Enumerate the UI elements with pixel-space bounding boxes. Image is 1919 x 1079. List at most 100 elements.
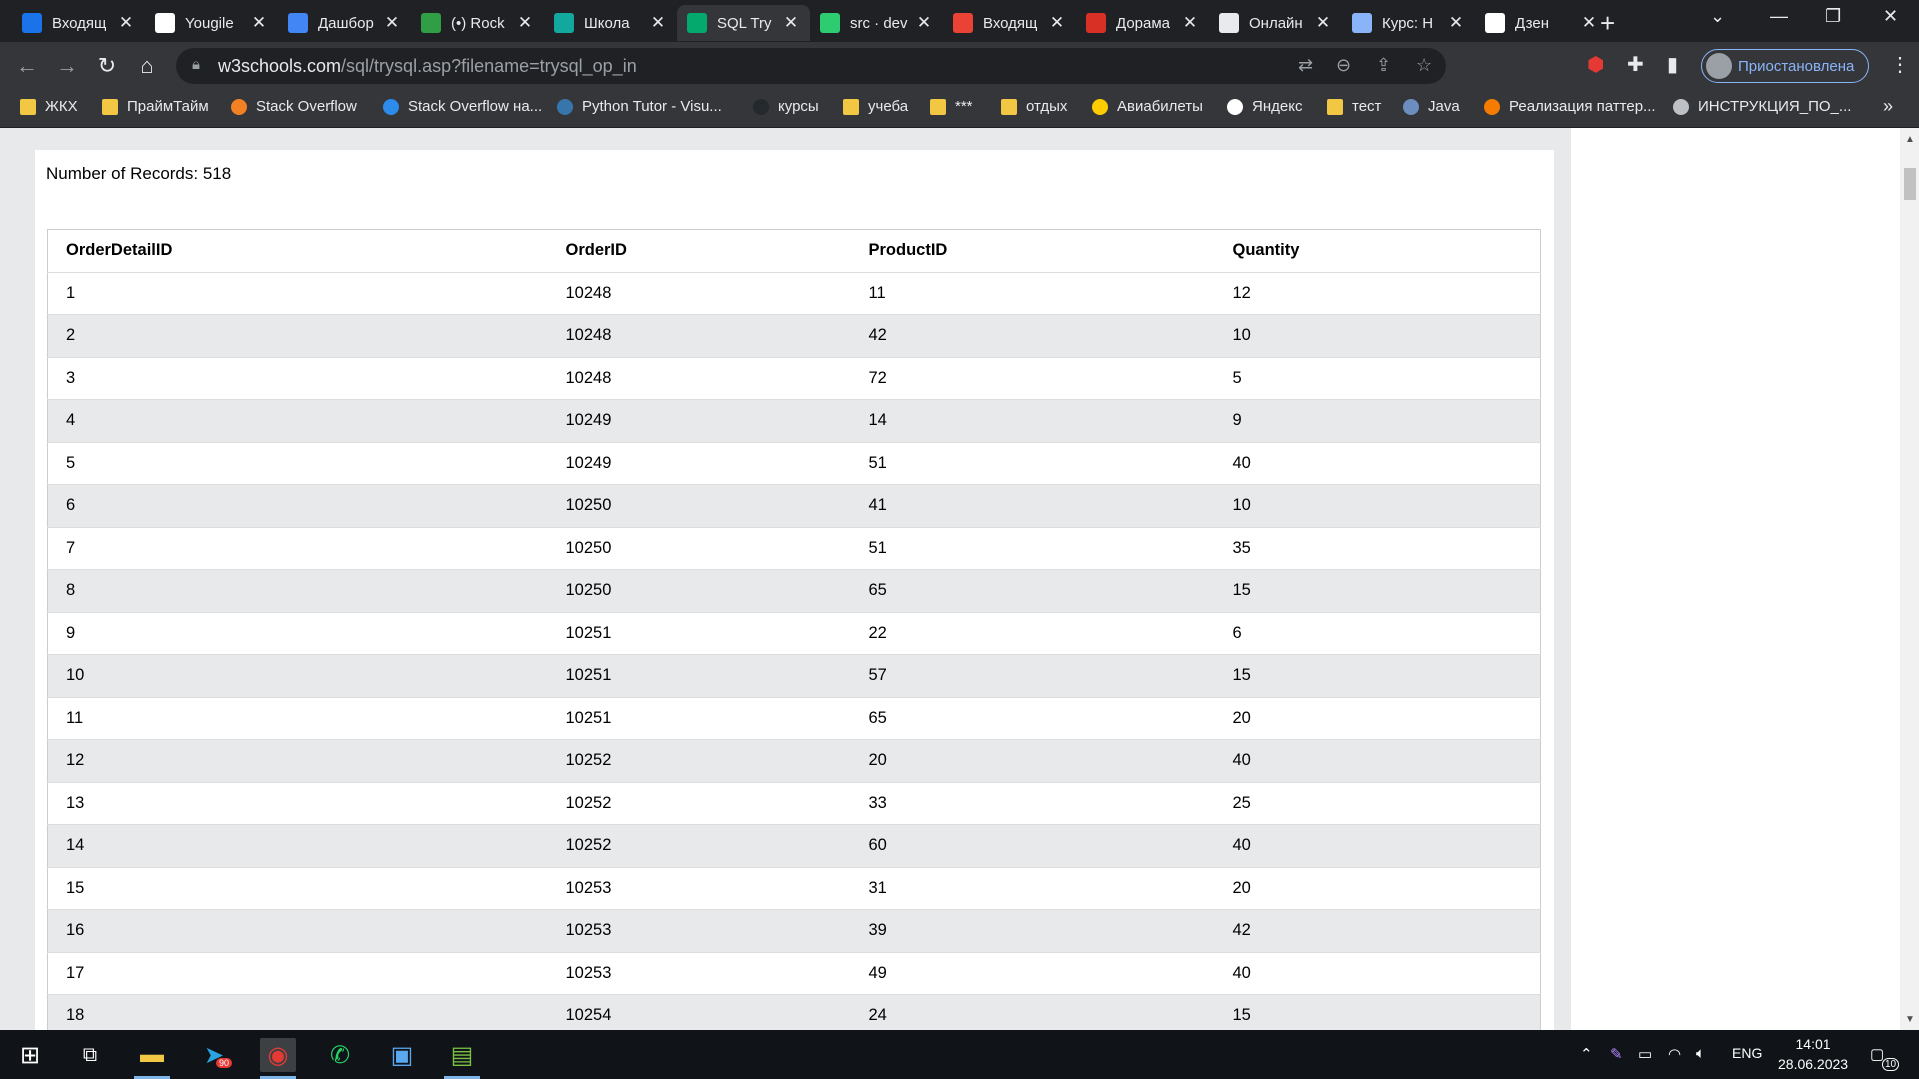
cell-product-id: 72 [850, 357, 1215, 400]
bookmark-item[interactable]: Stack Overflow [231, 98, 357, 115]
tab-close-icon[interactable]: ✕ [250, 13, 268, 33]
tab-close-icon[interactable]: ✕ [516, 13, 534, 33]
forward-icon[interactable]: → [52, 51, 82, 81]
tab-9[interactable]: Онлайн ✕ [1209, 5, 1342, 41]
system-clock[interactable]: 14:01 28.06.2023 [1778, 1034, 1848, 1074]
bookmark-item[interactable]: ИНСТРУКЦИЯ_ПО_... [1673, 98, 1851, 115]
bookmark-item[interactable]: ПраймТайм [102, 98, 209, 115]
language-indicator[interactable]: ENG [1732, 1045, 1762, 1061]
bookmark-item[interactable]: учеба [843, 98, 908, 115]
bookmark-item[interactable]: тест [1327, 98, 1381, 115]
cell-quantity: 10 [1214, 484, 1541, 528]
bookmark-star-icon[interactable]: ☆ [1416, 55, 1432, 76]
bookmark-item[interactable]: *** [930, 98, 973, 115]
side-panel-icon[interactable]: ▮ [1667, 52, 1678, 77]
whatsapp-icon[interactable]: ✆ [322, 1038, 358, 1072]
cell-order-detail-id: 1 [47, 272, 548, 315]
tab-4[interactable]: Школа ✕ [544, 5, 677, 41]
tab-close-icon[interactable]: ✕ [1181, 13, 1199, 33]
tab-7[interactable]: Входящ ✕ [943, 5, 1076, 41]
bookmark-item[interactable]: курсы [753, 98, 819, 115]
cell-quantity: 15 [1214, 994, 1541, 1030]
tab-0[interactable]: Входящ ✕ [12, 5, 145, 41]
table-row: 17 10253 49 40 [47, 952, 1541, 995]
back-icon[interactable]: ← [12, 51, 42, 81]
close-window-icon[interactable]: ✕ [1883, 6, 1898, 27]
windows-start-icon[interactable]: ⊞ [12, 1038, 48, 1072]
column-header: Quantity [1214, 229, 1541, 273]
wifi-icon[interactable]: ◠ [1668, 1045, 1681, 1063]
table-row: 4 10249 14 9 [47, 399, 1541, 443]
tab-8[interactable]: Дорама ✕ [1076, 5, 1209, 41]
minimize-icon[interactable]: — [1770, 6, 1788, 27]
scroll-down-icon[interactable]: ▼ [1905, 1014, 1915, 1025]
zoom-icon[interactable]: ⊖ [1336, 55, 1351, 76]
chrome-icon[interactable]: ◉ [260, 1038, 296, 1072]
page-content: Number of Records: 518 OrderDetailID Ord… [0, 128, 1900, 1030]
tab-1[interactable]: Yougile ✕ [145, 5, 278, 41]
bookmark-item[interactable]: Авиабилеты [1092, 98, 1203, 115]
column-header: OrderDetailID [47, 229, 548, 273]
translate-icon[interactable]: ⇄ [1298, 55, 1313, 76]
cell-order-id: 10248 [547, 314, 851, 358]
reload-icon[interactable]: ↻ [92, 51, 122, 81]
adblock-extension-icon[interactable]: ⬢ [1587, 52, 1604, 77]
tab-search-icon[interactable]: ⌄ [1710, 6, 1725, 27]
new-tab-button[interactable]: + [1600, 8, 1615, 39]
tab-close-icon[interactable]: ✕ [782, 13, 800, 33]
lock-icon[interactable]: 🔒︎ [192, 56, 200, 73]
tab-6[interactable]: src · dev ✕ [810, 5, 943, 41]
w3schools-icon [687, 13, 707, 33]
bookmark-item[interactable]: Java [1403, 98, 1460, 115]
tab-close-icon[interactable]: ✕ [117, 13, 135, 33]
page-scrollbar[interactable]: ▲ ▼ [1900, 128, 1919, 1030]
bookmark-item[interactable]: Python Tutor - Visu... [557, 98, 722, 115]
tab-2[interactable]: Дашбор ✕ [278, 5, 411, 41]
tab-title: Дашбор [318, 14, 374, 32]
scroll-thumb[interactable] [1904, 168, 1916, 200]
doramalive-icon [1086, 13, 1106, 33]
document-app-icon[interactable]: ▤ [444, 1038, 480, 1072]
tray-overflow-icon[interactable]: ⌃ [1580, 1045, 1593, 1063]
battery-icon[interactable]: ▭ [1638, 1045, 1652, 1063]
windows-taskbar: ⊞ ⧉ ▬ ➤ 90 ◉ ✆ ▣ ▤ ⌃ ✎ ▭ ◠ 🔈︎ ENG 14:01 … [0, 1030, 1919, 1079]
bookmark-item[interactable]: Реализация паттер... [1484, 98, 1656, 115]
address-bar[interactable]: 🔒︎ w3schools.com/sql/trysql.asp?filename… [176, 48, 1446, 84]
feather-tray-icon[interactable]: ✎ [1610, 1045, 1623, 1063]
cell-quantity: 35 [1214, 527, 1541, 570]
tab-close-icon[interactable]: ✕ [1447, 13, 1465, 33]
tab-5[interactable]: SQL Try ✕ [677, 5, 810, 41]
tab-close-icon[interactable]: ✕ [649, 13, 667, 33]
table-row: 3 10248 72 5 [47, 357, 1541, 400]
restore-icon[interactable]: ❐ [1825, 6, 1841, 27]
bookmark-item[interactable]: Stack Overflow на... [383, 98, 542, 115]
bookmark-item[interactable]: отдых [1001, 98, 1067, 115]
table-row: 12 10252 20 40 [47, 739, 1541, 783]
share-icon[interactable]: ⇪ [1376, 55, 1391, 76]
volume-icon[interactable]: 🔈︎ [1696, 1045, 1705, 1062]
tab-11[interactable]: Дзен ✕ [1475, 5, 1608, 41]
cell-order-id: 10248 [547, 272, 851, 315]
bookmark-item[interactable]: Яндекс [1227, 98, 1302, 115]
task-view-icon[interactable]: ⧉ [72, 1038, 108, 1072]
more-menu-icon[interactable]: ⋮ [1890, 52, 1910, 77]
tab-close-icon[interactable]: ✕ [383, 13, 401, 33]
bookmark-label: Яндекс [1252, 98, 1303, 115]
photos-icon[interactable]: ▣ [384, 1038, 420, 1072]
extensions-icon[interactable]: ✚ [1627, 52, 1644, 77]
tab-close-icon[interactable]: ✕ [915, 13, 933, 33]
bookmarks-overflow-icon[interactable]: » [1883, 96, 1893, 117]
scroll-up-icon[interactable]: ▲ [1905, 134, 1915, 145]
bookmark-item[interactable]: ЖКХ [20, 98, 78, 115]
profile-button[interactable]: Приостановлена [1701, 49, 1869, 83]
file-explorer-icon[interactable]: ▬ [134, 1038, 170, 1072]
tab-close-icon[interactable]: ✕ [1048, 13, 1066, 33]
tab-close-icon[interactable]: ✕ [1314, 13, 1332, 33]
cell-order-id: 10251 [547, 654, 851, 698]
home-icon[interactable]: ⌂ [132, 51, 162, 81]
tab-3[interactable]: (•) Rock ✕ [411, 5, 544, 41]
tab-close-icon[interactable]: ✕ [1580, 13, 1598, 33]
address-url[interactable]: w3schools.com/sql/trysql.asp?filename=tr… [218, 56, 637, 77]
tab-10[interactable]: Курс: Н ✕ [1342, 5, 1475, 41]
cell-order-detail-id: 6 [47, 484, 548, 528]
